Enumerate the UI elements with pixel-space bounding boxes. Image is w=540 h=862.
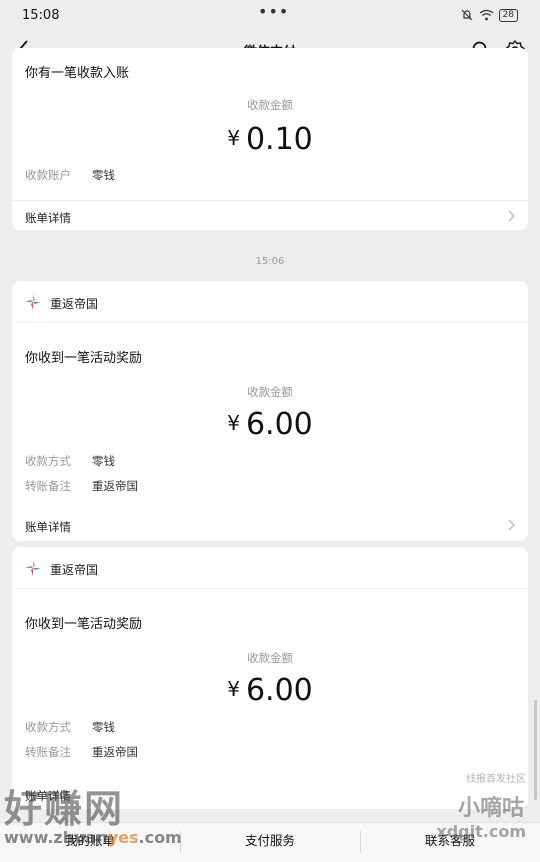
card-header[interactable]: 重返帝国 (12, 547, 528, 589)
battery-icon: 28 (498, 8, 518, 22)
row-label: 收款方式 (25, 454, 71, 468)
wifi-icon (479, 9, 493, 21)
amount-value: ¥0.10 (12, 122, 528, 157)
row-label: 转账备注 (25, 745, 71, 759)
watermark-right: 线报首发社区 小嘀咕 xdgit.com (426, 770, 536, 850)
payment-card: 重返帝国 你收到一笔活动奖励 收款金额 ¥6.00 收款方式 零钱 转账备注 重… (12, 281, 528, 541)
watermark-logo-text: 小嘀咕 (457, 796, 524, 821)
bill-detail-link[interactable]: 账单详情 (12, 510, 528, 540)
brand-name: 重返帝国 (50, 563, 99, 577)
time-separator: 15:06 (255, 256, 285, 267)
message-title: 你有一笔收款入账 (25, 66, 130, 81)
watermark-logo-text: 好赚网 (4, 787, 125, 831)
row-value: 零钱 (92, 454, 115, 468)
row-value: 零钱 (92, 720, 115, 734)
watermark-left: 好赚网 www.zhuanyes.com (0, 778, 200, 848)
row-label: 转账备注 (25, 479, 71, 493)
watermark-url: www.zhuanyes.com (4, 828, 182, 847)
status-dots: ••• (258, 2, 290, 21)
message-title: 你收到一笔活动奖励 (25, 617, 143, 632)
bill-detail-label: 账单详情 (25, 520, 71, 534)
amount-label: 收款金额 (247, 98, 293, 112)
row-value: 重返帝国 (92, 745, 138, 759)
amount-number: 6.00 (245, 673, 313, 708)
amount-number: 6.00 (245, 407, 313, 442)
amount-value: ¥6.00 (12, 407, 528, 442)
bill-detail-link[interactable]: 账单详情 (12, 200, 528, 230)
payment-card: 你有一笔收款入账 收款金额 ¥0.10 收款账户 零钱 账单详情 (12, 48, 528, 230)
bill-detail-label: 账单详情 (25, 211, 71, 225)
chevron-right-icon (508, 519, 515, 531)
amount-label: 收款金额 (247, 385, 293, 399)
currency-symbol: ¥ (227, 126, 240, 150)
watermark-url: xdgit.com (436, 822, 526, 841)
game-logo-icon (25, 560, 41, 576)
mute-bell-icon (461, 9, 472, 21)
message-title: 你收到一笔活动奖励 (25, 351, 143, 366)
currency-symbol: ¥ (227, 677, 240, 701)
card-header[interactable]: 重返帝国 (12, 281, 528, 323)
row-label: 收款账户 (25, 168, 71, 182)
brand-name: 重返帝国 (50, 297, 99, 311)
currency-symbol: ¥ (227, 411, 240, 435)
status-time: 15:08 (22, 8, 60, 23)
amount-value: ¥6.00 (12, 673, 528, 708)
payment-services-button[interactable]: 支付服务 (180, 823, 360, 862)
watermark-tagline: 线报首发社区 (466, 774, 526, 785)
status-bar: 15:08 ••• 28 (0, 0, 540, 32)
amount-number: 0.10 (245, 122, 313, 157)
chevron-right-icon (508, 210, 515, 222)
status-icons: 28 (460, 8, 518, 22)
row-label: 收款方式 (25, 720, 71, 734)
row-value: 重返帝国 (92, 479, 138, 493)
game-logo-icon (25, 294, 41, 310)
row-value: 零钱 (92, 168, 115, 182)
amount-label: 收款金额 (247, 651, 293, 665)
